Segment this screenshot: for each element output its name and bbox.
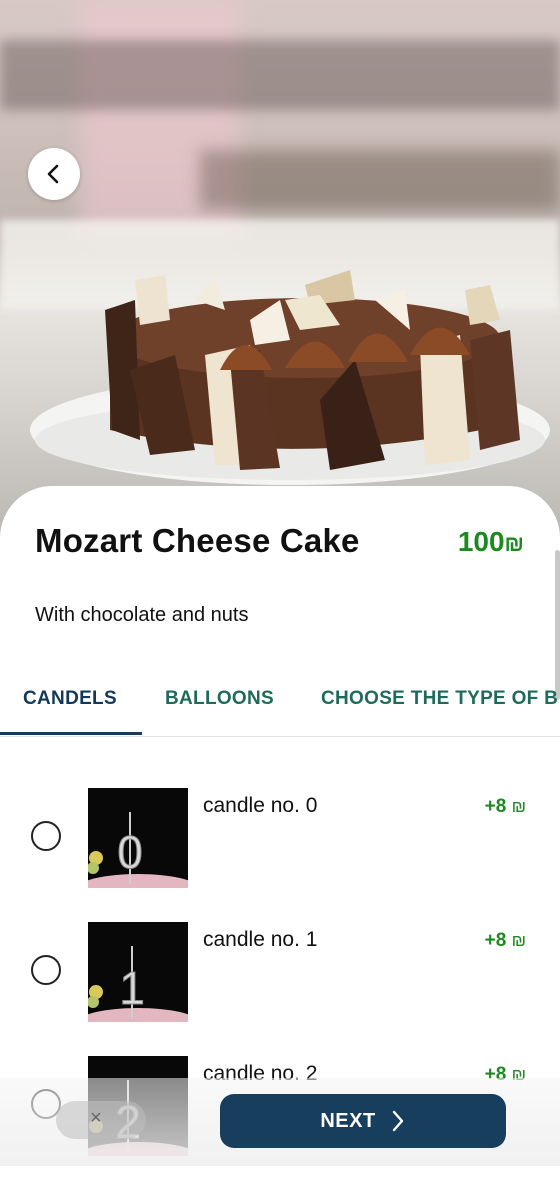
chevron-right-icon — [392, 1110, 403, 1132]
candle-image: 1 — [88, 922, 188, 1022]
cake-illustration — [30, 270, 550, 485]
candle-thumbnail: 0 — [88, 788, 188, 888]
candle-thumbnail: 1 — [88, 922, 188, 1022]
option-price-value: +8 — [484, 930, 507, 951]
active-tab-indicator — [0, 732, 142, 735]
candle-digit: 1 — [119, 962, 145, 1014]
next-button-label: NEXT — [320, 1109, 376, 1132]
product-hero-image — [0, 0, 560, 540]
option-name: candle no. 1 — [203, 928, 318, 951]
product-description: With chocolate and nuts — [35, 604, 249, 626]
list-item[interactable]: 1 candle no. 1 +8 ₪ — [0, 922, 560, 1022]
candle-image: 0 — [88, 788, 188, 888]
option-name: candle no. 0 — [203, 794, 318, 817]
back-button[interactable] — [28, 148, 80, 200]
option-tabs: CANDELS BALLOONS CHOOSE THE TYPE OF B — [0, 671, 560, 737]
quantity-symbol: × — [90, 1107, 102, 1129]
option-price-value: +8 — [484, 796, 507, 817]
candle-digit: 0 — [117, 826, 143, 878]
product-title: Mozart Cheese Cake — [35, 522, 360, 559]
quantity-control[interactable]: × — [56, 1101, 146, 1139]
product-price: 100₪ — [458, 526, 524, 558]
chevron-left-icon — [47, 164, 59, 184]
option-radio[interactable] — [31, 821, 61, 851]
bottom-action-bar: × NEXT — [0, 1078, 560, 1166]
option-radio[interactable] — [31, 955, 61, 985]
product-price-value: 100 — [457, 526, 505, 557]
currency-symbol: ₪ — [504, 531, 524, 556]
option-price: +8 ₪ — [485, 796, 526, 818]
bottom-spacer — [0, 1166, 560, 1200]
list-item[interactable]: 0 candle no. 0 +8 ₪ — [0, 788, 560, 888]
next-button[interactable]: NEXT — [220, 1094, 506, 1148]
tab-candels[interactable]: CANDELS — [23, 688, 117, 710]
currency-symbol: ₪ — [511, 797, 526, 816]
tab-balloons[interactable]: BALLOONS — [165, 688, 274, 710]
tab-choose-type[interactable]: CHOOSE THE TYPE OF B — [321, 688, 558, 710]
option-price: +8 ₪ — [485, 930, 526, 952]
currency-symbol: ₪ — [511, 931, 526, 950]
